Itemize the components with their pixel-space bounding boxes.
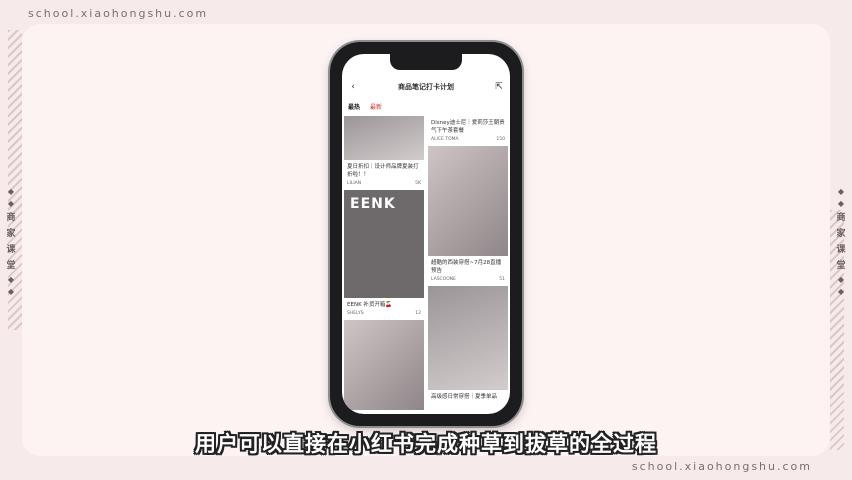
app-header: ‹ 商品笔记打卡计划 ⇱ [342,78,510,96]
note-image[interactable] [344,320,424,410]
diamond-icon: ◆ [837,187,845,196]
side-char: 课 [836,245,846,255]
phone-screen: ‹ 商品笔记打卡计划 ⇱ 最热 最新 夏日折扣｜设计师品牌夏装打折啦！！ LIL… [342,54,510,414]
note-image[interactable] [344,116,424,160]
note-meta: LASCOONE 51 [428,277,508,286]
note-caption[interactable]: EENK 补货开箱🍒 [344,298,424,311]
note-author[interactable]: ALICE TOMA [431,137,459,142]
side-label-left: ◆ ◆ 商 家 课 堂 ◆ ◆ [4,188,18,296]
chevron-left-icon[interactable]: ‹ [348,82,358,92]
diamond-icon: ◆ [7,199,15,208]
note-caption[interactable]: 高级感日常穿搭｜夏季单品 [428,390,508,403]
note-likes[interactable]: 12 [415,311,421,316]
watermark-top: school.xiaohongshu.com [28,7,209,20]
note-meta: SHELYS 12 [344,311,424,320]
watermark-bottom: school.xiaohongshu.com [631,460,812,473]
page-title: 商品笔记打卡计划 [398,83,454,91]
note-image[interactable] [428,286,508,390]
side-char: 商 [836,213,846,223]
note-author[interactable]: LASCOONE [431,277,456,282]
note-caption[interactable]: 夏日折扣｜设计师品牌夏装打折啦！！ [344,160,424,181]
tab-new[interactable]: 最新 [370,102,382,111]
diamond-icon: ◆ [7,287,15,296]
share-icon[interactable]: ⇱ [494,82,504,92]
note-meta: LILIAN 5K [344,181,424,190]
side-char: 课 [6,245,16,255]
side-label-right: ◆ ◆ 商 家 课 堂 ◆ ◆ [834,188,848,296]
note-caption[interactable]: 超酷的西装穿搭~7月28直播预告 [428,256,508,277]
note-image[interactable] [428,146,508,256]
video-subtitle: 用户可以直接在小红书完成种草到拔草的全过程 [195,432,657,456]
diamond-icon: ◆ [837,275,845,284]
diamond-icon: ◆ [837,199,845,208]
note-likes[interactable]: 150 [496,137,505,142]
note-image[interactable]: EENK [344,190,424,298]
side-char: 堂 [836,261,846,271]
tab-bar: 最热 最新 [348,102,382,111]
phone-notch [390,54,462,70]
diamond-icon: ◆ [837,287,845,296]
note-caption[interactable]: Disney迪士尼｜爱莉莎王朝贵气下午茶套餐 [428,116,508,137]
note-author[interactable]: LILIAN [347,181,361,186]
side-char: 家 [836,229,846,239]
brand-overlay-text: EENK [350,196,396,212]
note-likes[interactable]: 5K [415,181,421,186]
side-char: 家 [6,229,16,239]
diamond-icon: ◆ [7,187,15,196]
note-meta: ALICE TOMA 150 [428,137,508,146]
side-char: 堂 [6,261,16,271]
side-char: 商 [6,213,16,223]
phone-frame: ‹ 商品笔记打卡计划 ⇱ 最热 最新 夏日折扣｜设计师品牌夏装打折啦！！ LIL… [330,42,522,426]
note-likes[interactable]: 51 [499,277,505,282]
note-author[interactable]: SHELYS [347,311,364,316]
diamond-icon: ◆ [7,275,15,284]
feed-column-right: Disney迪士尼｜爱莉莎王朝贵气下午茶套餐 ALICE TOMA 150 超酷… [428,116,508,403]
feed-column-left: 夏日折扣｜设计师品牌夏装打折啦！！ LILIAN 5K EENK EENK 补货… [344,116,424,410]
tab-hot[interactable]: 最热 [348,102,360,111]
